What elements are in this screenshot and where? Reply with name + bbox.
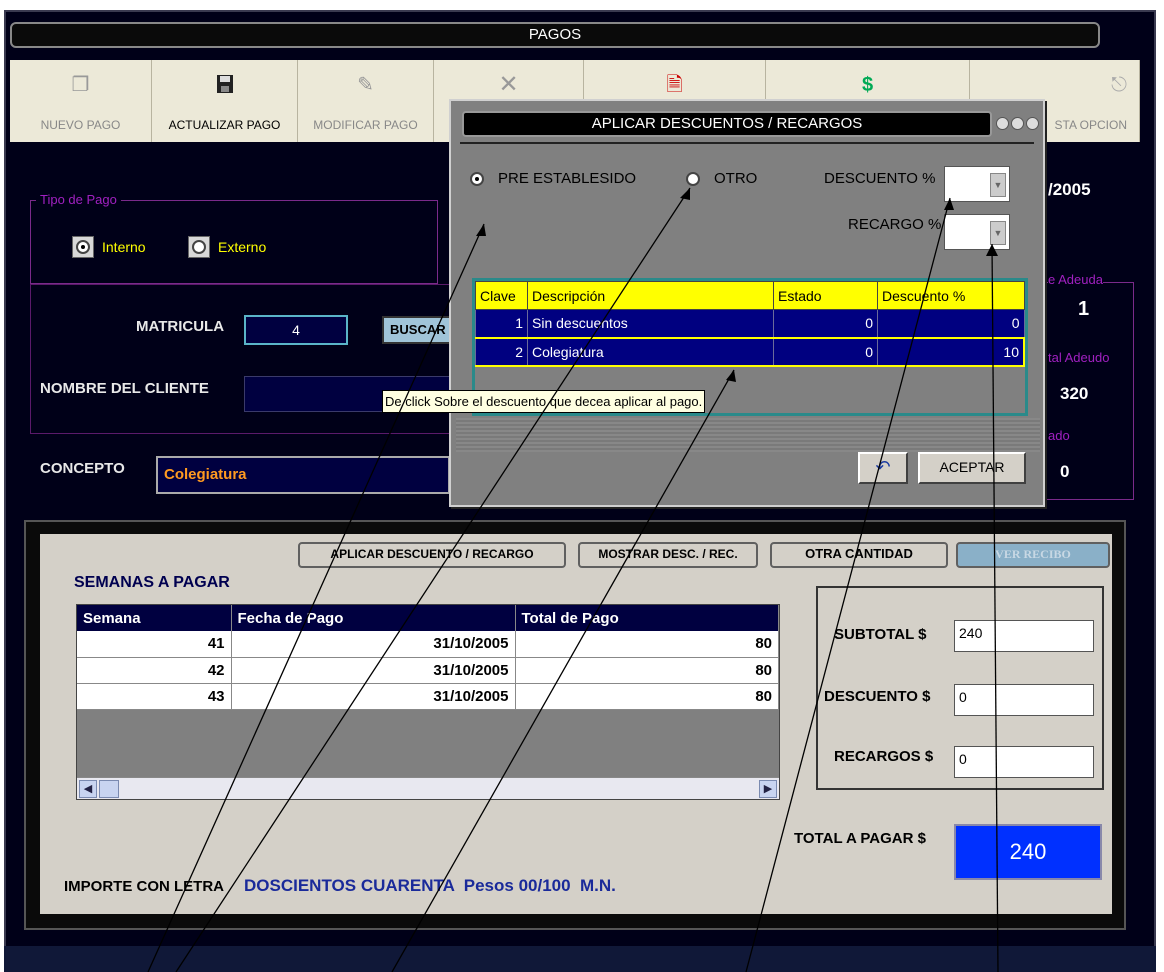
annotation-line bbox=[991, 243, 999, 972]
arrow-head-icon bbox=[726, 370, 736, 382]
arrow-head-icon bbox=[986, 244, 998, 256]
annotation-line bbox=[745, 197, 951, 972]
annotation-line bbox=[147, 223, 485, 972]
annotation-line bbox=[391, 369, 735, 972]
arrow-head-icon bbox=[680, 188, 690, 200]
arrow-head-icon bbox=[476, 224, 486, 236]
annotation-line bbox=[175, 187, 691, 972]
annotation-lines bbox=[147, 187, 999, 972]
